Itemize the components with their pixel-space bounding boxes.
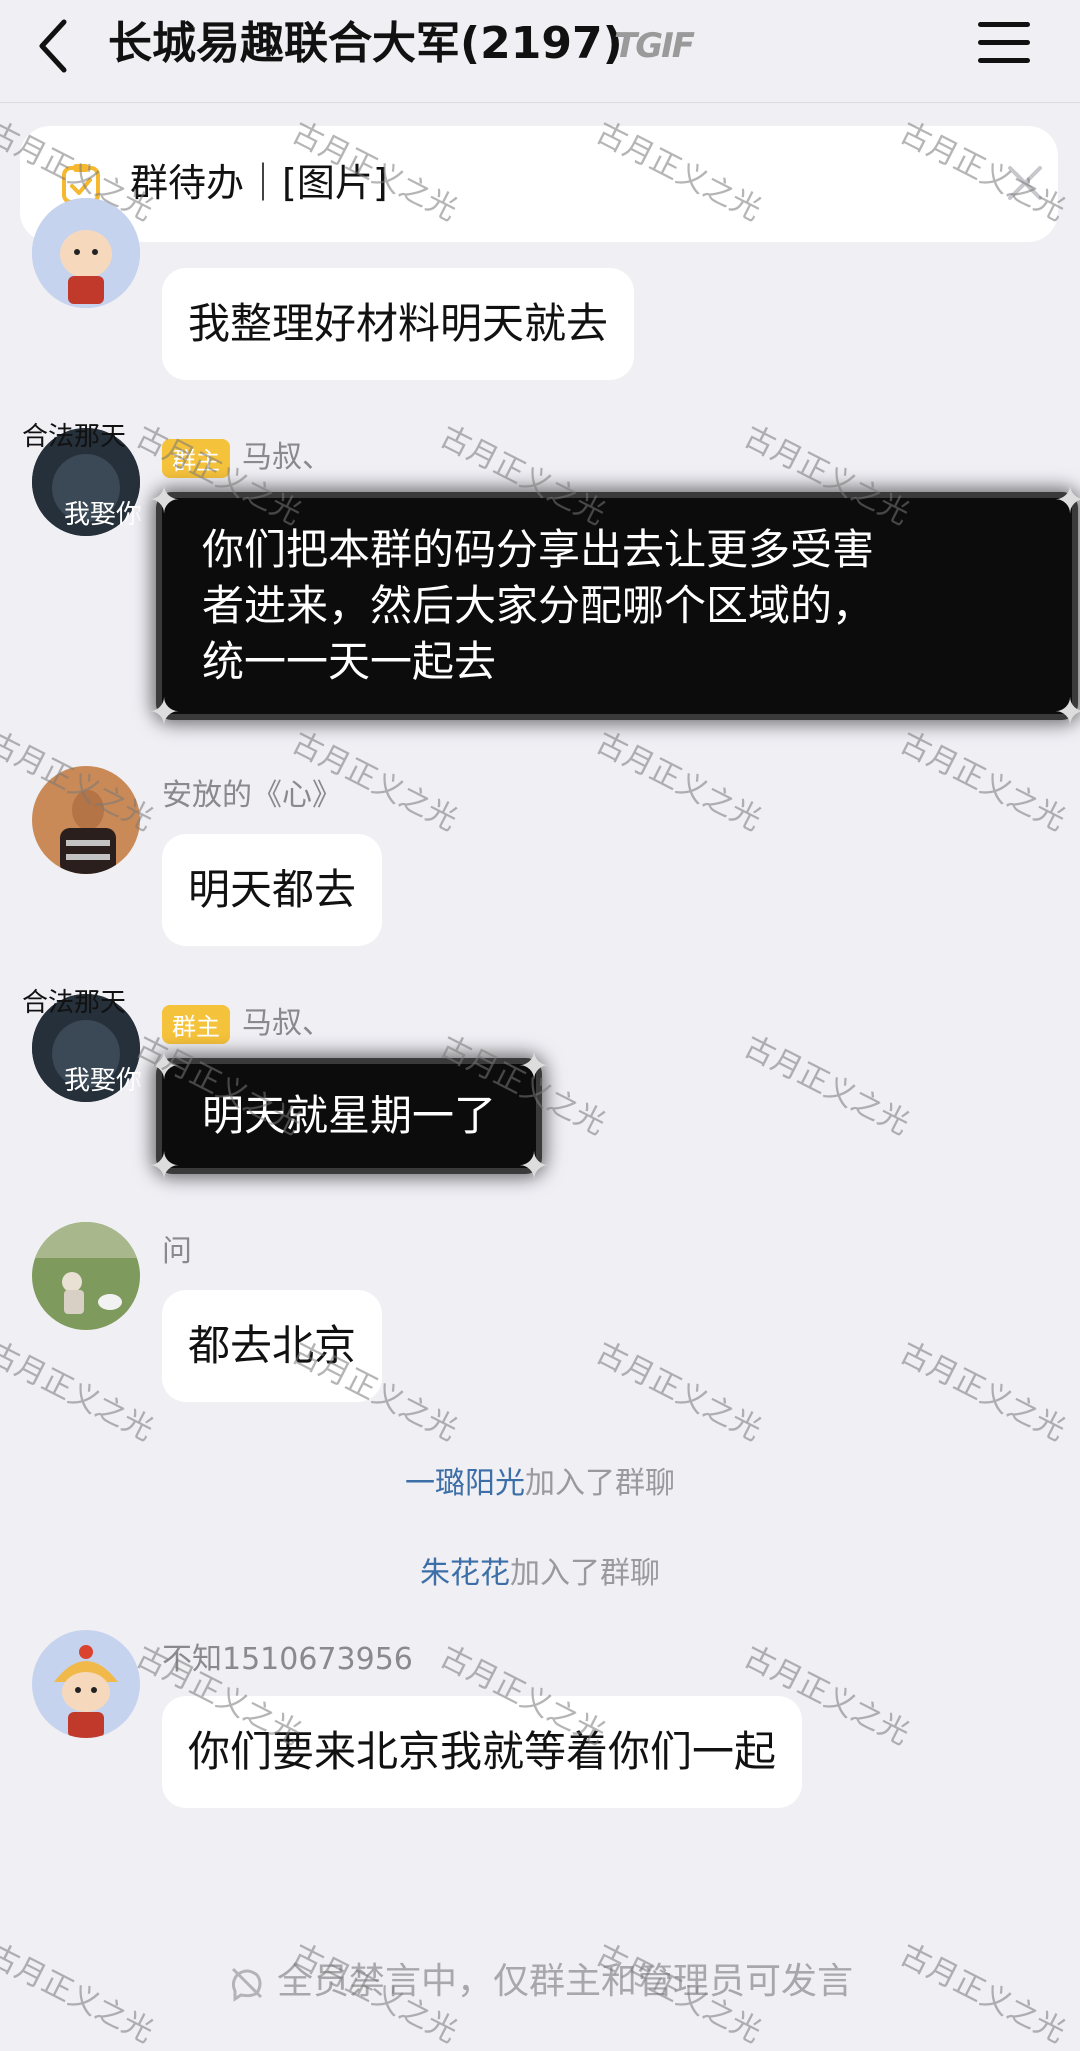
system-message: 一璐阳光加入了群聊 (0, 1458, 1080, 1502)
avatar-overlay-text: 我娶你 (64, 1066, 143, 1096)
watermark: 古月正义之光 (590, 725, 767, 839)
watermark: 古月正义之光 (894, 1335, 1071, 1449)
back-arrow-icon[interactable] (34, 16, 74, 76)
close-icon[interactable] (1006, 164, 1044, 202)
sender-label: 马叔、 (242, 440, 332, 475)
sparkle-icon: ✦ (1054, 478, 1080, 522)
sender-name: 问 (162, 1234, 192, 1269)
menu-icon[interactable] (978, 22, 1030, 68)
message-bubble[interactable]: 都去北京 (162, 1290, 383, 1402)
watermark: 古月正义之光 (738, 1029, 915, 1143)
avatar-overlay-text: 我娶你 (64, 500, 143, 530)
sparkle-icon: ✦ (518, 1144, 550, 1188)
sparkle-icon: ✦ (1054, 690, 1080, 734)
sparkle-icon: ✦ (148, 690, 180, 734)
top-bar: 长城易趣联合大军(2197) TGIF (0, 0, 1080, 103)
watermark: 古月正义之光 (894, 725, 1071, 839)
message-line: 你们把本群的码分享出去让更多受害 (202, 525, 875, 574)
sender-name: 不知1510673956 (162, 1642, 413, 1677)
message-bubble[interactable]: 明天都去 (162, 834, 383, 946)
sender-name: 群主 马叔、 (162, 998, 332, 1044)
avatar[interactable] (32, 766, 140, 874)
mute-notice-text: 全员禁言中，仅群主和管理员可发言 (276, 1961, 853, 2002)
mute-notice: 全员禁言中，仅群主和管理员可发言 (0, 1952, 1080, 2004)
avatar[interactable] (32, 1222, 140, 1330)
sender-label: 马叔、 (242, 1006, 332, 1041)
group-title: 长城易趣联合大军(2197) (108, 18, 623, 69)
owner-badge: 群主 (162, 1005, 230, 1044)
avatar[interactable] (32, 1630, 140, 1738)
system-message: 朱花花加入了群聊 (0, 1548, 1080, 1592)
message-line: 明天就星期一了 (202, 1091, 497, 1140)
sparkle-icon: ✦ (148, 1044, 180, 1088)
watermark: 古月正义之光 (0, 1335, 159, 1449)
avatar[interactable] (32, 198, 140, 308)
input-area-muted: 全员禁言中，仅群主和管理员可发言 (0, 1852, 1080, 2025)
owner-badge: 群主 (162, 439, 230, 478)
system-action: 加入了群聊 (525, 1466, 675, 1501)
message-line: 统一一天一起去 (202, 637, 497, 686)
sparkle-icon: ✦ (518, 1044, 550, 1088)
tgif-logo: TGIF (614, 26, 695, 66)
sparkle-icon: ✦ (148, 478, 180, 522)
message-bubble[interactable]: 我整理好材料明天就去 (162, 268, 635, 380)
avatar-overlay-text: 合法那天 (22, 988, 127, 1018)
message-bubble[interactable]: 你们把本群的码分享出去让更多受害 者进来，然后大家分配哪个区域的， 统一一天一起… (148, 480, 1080, 732)
message-bubble[interactable]: 明天就星期一了 ✦ ✦ ✦ ✦ (148, 1046, 550, 1186)
muted-icon (231, 1967, 263, 2002)
joined-user-name[interactable]: 朱花花 (420, 1556, 510, 1591)
watermark: 古月正义之光 (590, 1335, 767, 1449)
joined-user-name[interactable]: 一璐阳光 (405, 1466, 525, 1501)
message-line: 者进来，然后大家分配哪个区域的， (202, 581, 875, 630)
todo-text: 群待办｜[图片] (130, 161, 388, 205)
avatar-overlay-text: 合法那天 (22, 422, 127, 452)
sender-name: 群主 马叔、 (162, 432, 332, 478)
sender-name: 安放的《心》 (162, 778, 342, 813)
sparkle-icon: ✦ (148, 1144, 180, 1188)
system-action: 加入了群聊 (510, 1556, 660, 1591)
group-todo-banner[interactable]: 群待办｜[图片] (20, 126, 1058, 242)
message-bubble[interactable]: 你们要来北京我就等着你们一起 (162, 1696, 803, 1808)
